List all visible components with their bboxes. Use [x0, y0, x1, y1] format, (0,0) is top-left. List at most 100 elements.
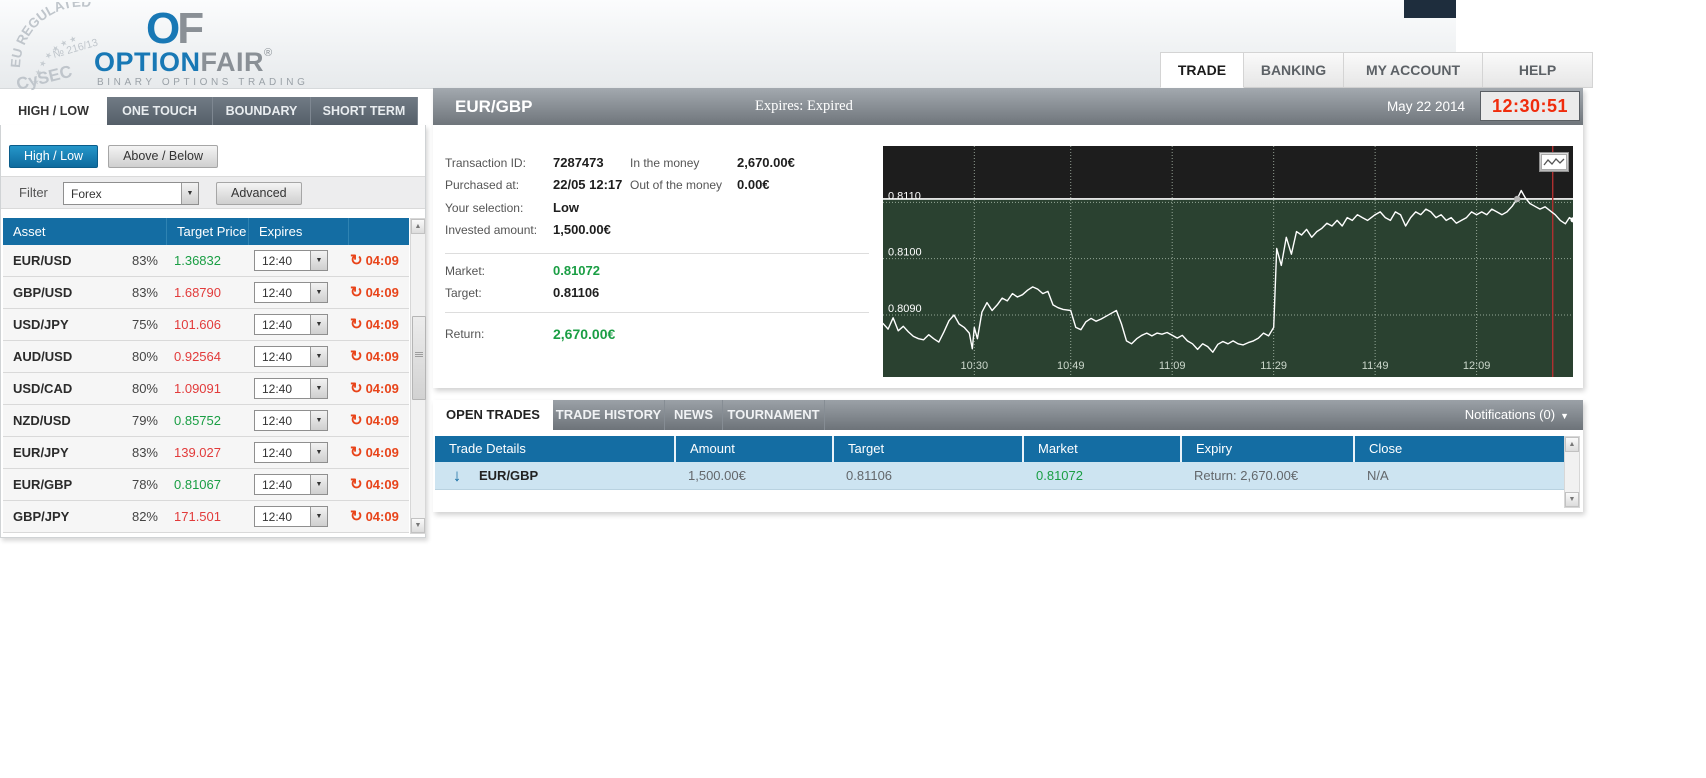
dropdown-arrow-icon: ▼ — [310, 379, 327, 398]
nav-tab-banking[interactable]: BANKING — [1244, 52, 1344, 88]
open-trades-scrollbar[interactable]: ▲ ▼ — [1564, 436, 1580, 508]
expiry-time-select[interactable]: 12:40 ▼ — [254, 410, 328, 431]
open-trade-row[interactable]: ↓ EUR/GBP 1,500.00€ 0.81106 0.81072 Return: 2… — [435, 462, 1564, 490]
asset-row[interactable]: USD/CAD 80% 1.09091 12:40 ▼ ↻ 04:09 — [3, 373, 409, 405]
countdown-clock-icon: ↻ — [350, 252, 363, 269]
countdown-time: 04:09 — [365, 349, 399, 364]
expiry-time-select[interactable]: 12:40 ▼ — [254, 378, 328, 399]
expiry-time-select[interactable]: 12:40 ▼ — [254, 506, 328, 527]
expires-cell: 12:40 ▼ — [248, 282, 348, 303]
column-header-target: Target — [832, 436, 1022, 462]
price-chart: 10:30 10:49 11:09 11:29 11:49 12:09 0.8110 0.81… — [882, 146, 1576, 377]
expiry-time-select[interactable]: 12:40 ▼ — [254, 250, 328, 271]
tab-open-trades[interactable]: OPEN TRADES — [433, 400, 553, 430]
asset-row[interactable]: GBP/JPY 82% 171.501 12:40 ▼ ↻ 04:09 — [3, 501, 409, 533]
asset-payout: 79% — [131, 413, 158, 428]
countdown-cell: ↻ 04:09 — [348, 509, 409, 524]
tab-short-term[interactable]: SHORT TERM — [311, 97, 418, 125]
line-chart-icon — [1541, 154, 1567, 170]
above-below-mode-button[interactable]: Above / Below — [108, 145, 218, 168]
asset-row[interactable]: AUD/USD 80% 0.92564 12:40 ▼ ↻ 04:09 — [3, 341, 409, 373]
notifications-label: Notifications (0) — [1464, 407, 1556, 422]
return-label: Return: — [445, 327, 485, 341]
scroll-down-icon[interactable]: ▼ — [1565, 492, 1579, 507]
countdown-time: 04:09 — [365, 381, 399, 396]
scroll-up-icon[interactable]: ▲ — [1565, 437, 1579, 452]
asset-payout: 82% — [131, 509, 158, 524]
svg-text:10:49: 10:49 — [1057, 360, 1085, 372]
countdown-clock-icon: ↻ — [350, 284, 363, 301]
tab-one-touch[interactable]: ONE TOUCH — [107, 97, 213, 125]
countdown-time: 04:09 — [365, 509, 399, 524]
nav-tab-help[interactable]: HELP — [1483, 52, 1593, 88]
svg-text:0.8100: 0.8100 — [888, 247, 922, 259]
asset-row[interactable]: GBP/USD 83% 1.68790 12:40 ▼ ↻ 04:09 — [3, 277, 409, 309]
asset-row[interactable]: EUR/USD 83% 1.36832 12:40 ▼ ↻ 04:09 — [3, 245, 409, 277]
tab-tournament[interactable]: TOURNAMENT — [723, 400, 825, 430]
scroll-up-icon[interactable]: ▲ — [411, 219, 425, 234]
optionfair-trading-page: EU REGULATED № 216/13 ★ ★ ★ ★ ★ ★ ★ CySE… — [0, 0, 1706, 778]
filter-label: Filter — [19, 185, 48, 200]
expires-cell: 12:40 ▼ — [248, 378, 348, 399]
scrollbar-thumb[interactable] — [412, 316, 426, 400]
tab-boundary[interactable]: BOUNDARY — [213, 97, 311, 125]
column-header-trade-details: Trade Details — [449, 441, 526, 456]
asset-row[interactable]: EUR/GBP 78% 0.81067 12:40 ▼ ↻ 04:09 — [3, 469, 409, 501]
column-header-countdown — [348, 218, 409, 245]
target-price: 1.09091 — [174, 381, 221, 396]
expiry-time-select[interactable]: 12:40 ▼ — [254, 314, 328, 335]
target-price: 139.027 — [174, 445, 221, 460]
open-trades-table-header: Trade Details Amount Target Market Expir… — [435, 436, 1564, 462]
asset-filter-select[interactable]: Forex ▼ — [63, 182, 199, 205]
nav-tab-trade[interactable]: TRADE — [1160, 52, 1244, 88]
target-price: 101.606 — [174, 317, 221, 332]
details-divider — [445, 312, 869, 313]
asset-row[interactable]: USD/JPY 75% 101.606 12:40 ▼ ↻ 04:09 — [3, 309, 409, 341]
purchased-at-value: 22/05 12:17 — [553, 177, 623, 192]
column-header-asset: Asset — [13, 224, 46, 239]
asset-cell: EUR/GBP 78% — [3, 477, 166, 492]
notifications-toggle[interactable]: Notifications (0) ▼ — [1465, 400, 1569, 431]
expiry-time-select[interactable]: 12:40 ▼ — [254, 474, 328, 495]
scroll-down-icon[interactable]: ▼ — [411, 518, 425, 533]
column-header-market: Market — [1022, 436, 1180, 462]
advanced-filter-button[interactable]: Advanced — [216, 182, 302, 205]
tab-news[interactable]: NEWS — [665, 400, 723, 430]
asset-cell: EUR/JPY 83% — [3, 445, 166, 460]
invested-amount-label: Invested amount: — [445, 223, 538, 237]
asset-table-header: Asset Target Price Expires — [3, 218, 409, 245]
expiry-time-select[interactable]: 12:40 ▼ — [254, 346, 328, 367]
asset-table-rows: EUR/USD 83% 1.36832 12:40 ▼ ↻ 04:09 GBP/USD 83% 1… — [3, 245, 409, 533]
asset-list-scrollbar[interactable]: ▲ ▼ — [410, 218, 426, 534]
high-low-mode-button[interactable]: High / Low — [9, 145, 99, 168]
chart-type-button[interactable] — [1539, 152, 1569, 172]
trade-amount: 1,500.00€ — [688, 468, 746, 483]
countdown-cell: ↻ 04:09 — [348, 445, 409, 460]
current-date: May 22 2014 — [1386, 99, 1465, 114]
asset-payout: 83% — [131, 445, 158, 460]
asset-cell: USD/JPY 75% — [3, 317, 166, 332]
expires-cell: 12:40 ▼ — [248, 442, 348, 463]
expiry-selected-value: 12:40 — [262, 413, 293, 428]
asset-row[interactable]: NZD/USD 79% 0.85752 12:40 ▼ ↻ 04:09 — [3, 405, 409, 437]
dropdown-arrow-icon: ▼ — [310, 475, 327, 494]
trades-bottom-panel: OPEN TRADES TRADE HISTORY NEWS TOURNAMEN… — [433, 400, 1583, 512]
countdown-cell: ↻ 04:09 — [348, 413, 409, 428]
tab-trade-history[interactable]: TRADE HISTORY — [553, 400, 665, 430]
asset-cell: USD/CAD 80% — [3, 381, 166, 396]
svg-text:12:09: 12:09 — [1463, 360, 1491, 372]
countdown-cell: ↻ 04:09 — [348, 253, 409, 268]
expiry-time-select[interactable]: 12:40 ▼ — [254, 442, 328, 463]
brand-tagline: BINARY OPTIONS TRADING — [97, 77, 309, 88]
open-trades-rows: ↓ EUR/GBP 1,500.00€ 0.81106 0.81072 Return: 2… — [435, 462, 1564, 490]
asset-cell: NZD/USD 79% — [3, 413, 166, 428]
countdown-clock-icon: ↻ — [350, 476, 363, 493]
expiry-time-select[interactable]: 12:40 ▼ — [254, 282, 328, 303]
nav-tab-my-account[interactable]: MY ACCOUNT — [1344, 52, 1483, 88]
asset-name: USD/CAD — [13, 381, 73, 396]
asset-name: GBP/JPY — [13, 509, 70, 524]
bottom-tab-bar: OPEN TRADES TRADE HISTORY NEWS TOURNAMEN… — [433, 400, 1583, 430]
tab-high-low[interactable]: HIGH / LOW — [0, 97, 107, 125]
countdown-clock-icon: ↻ — [350, 316, 363, 333]
asset-row[interactable]: EUR/JPY 83% 139.027 12:40 ▼ ↻ 04:09 — [3, 437, 409, 469]
